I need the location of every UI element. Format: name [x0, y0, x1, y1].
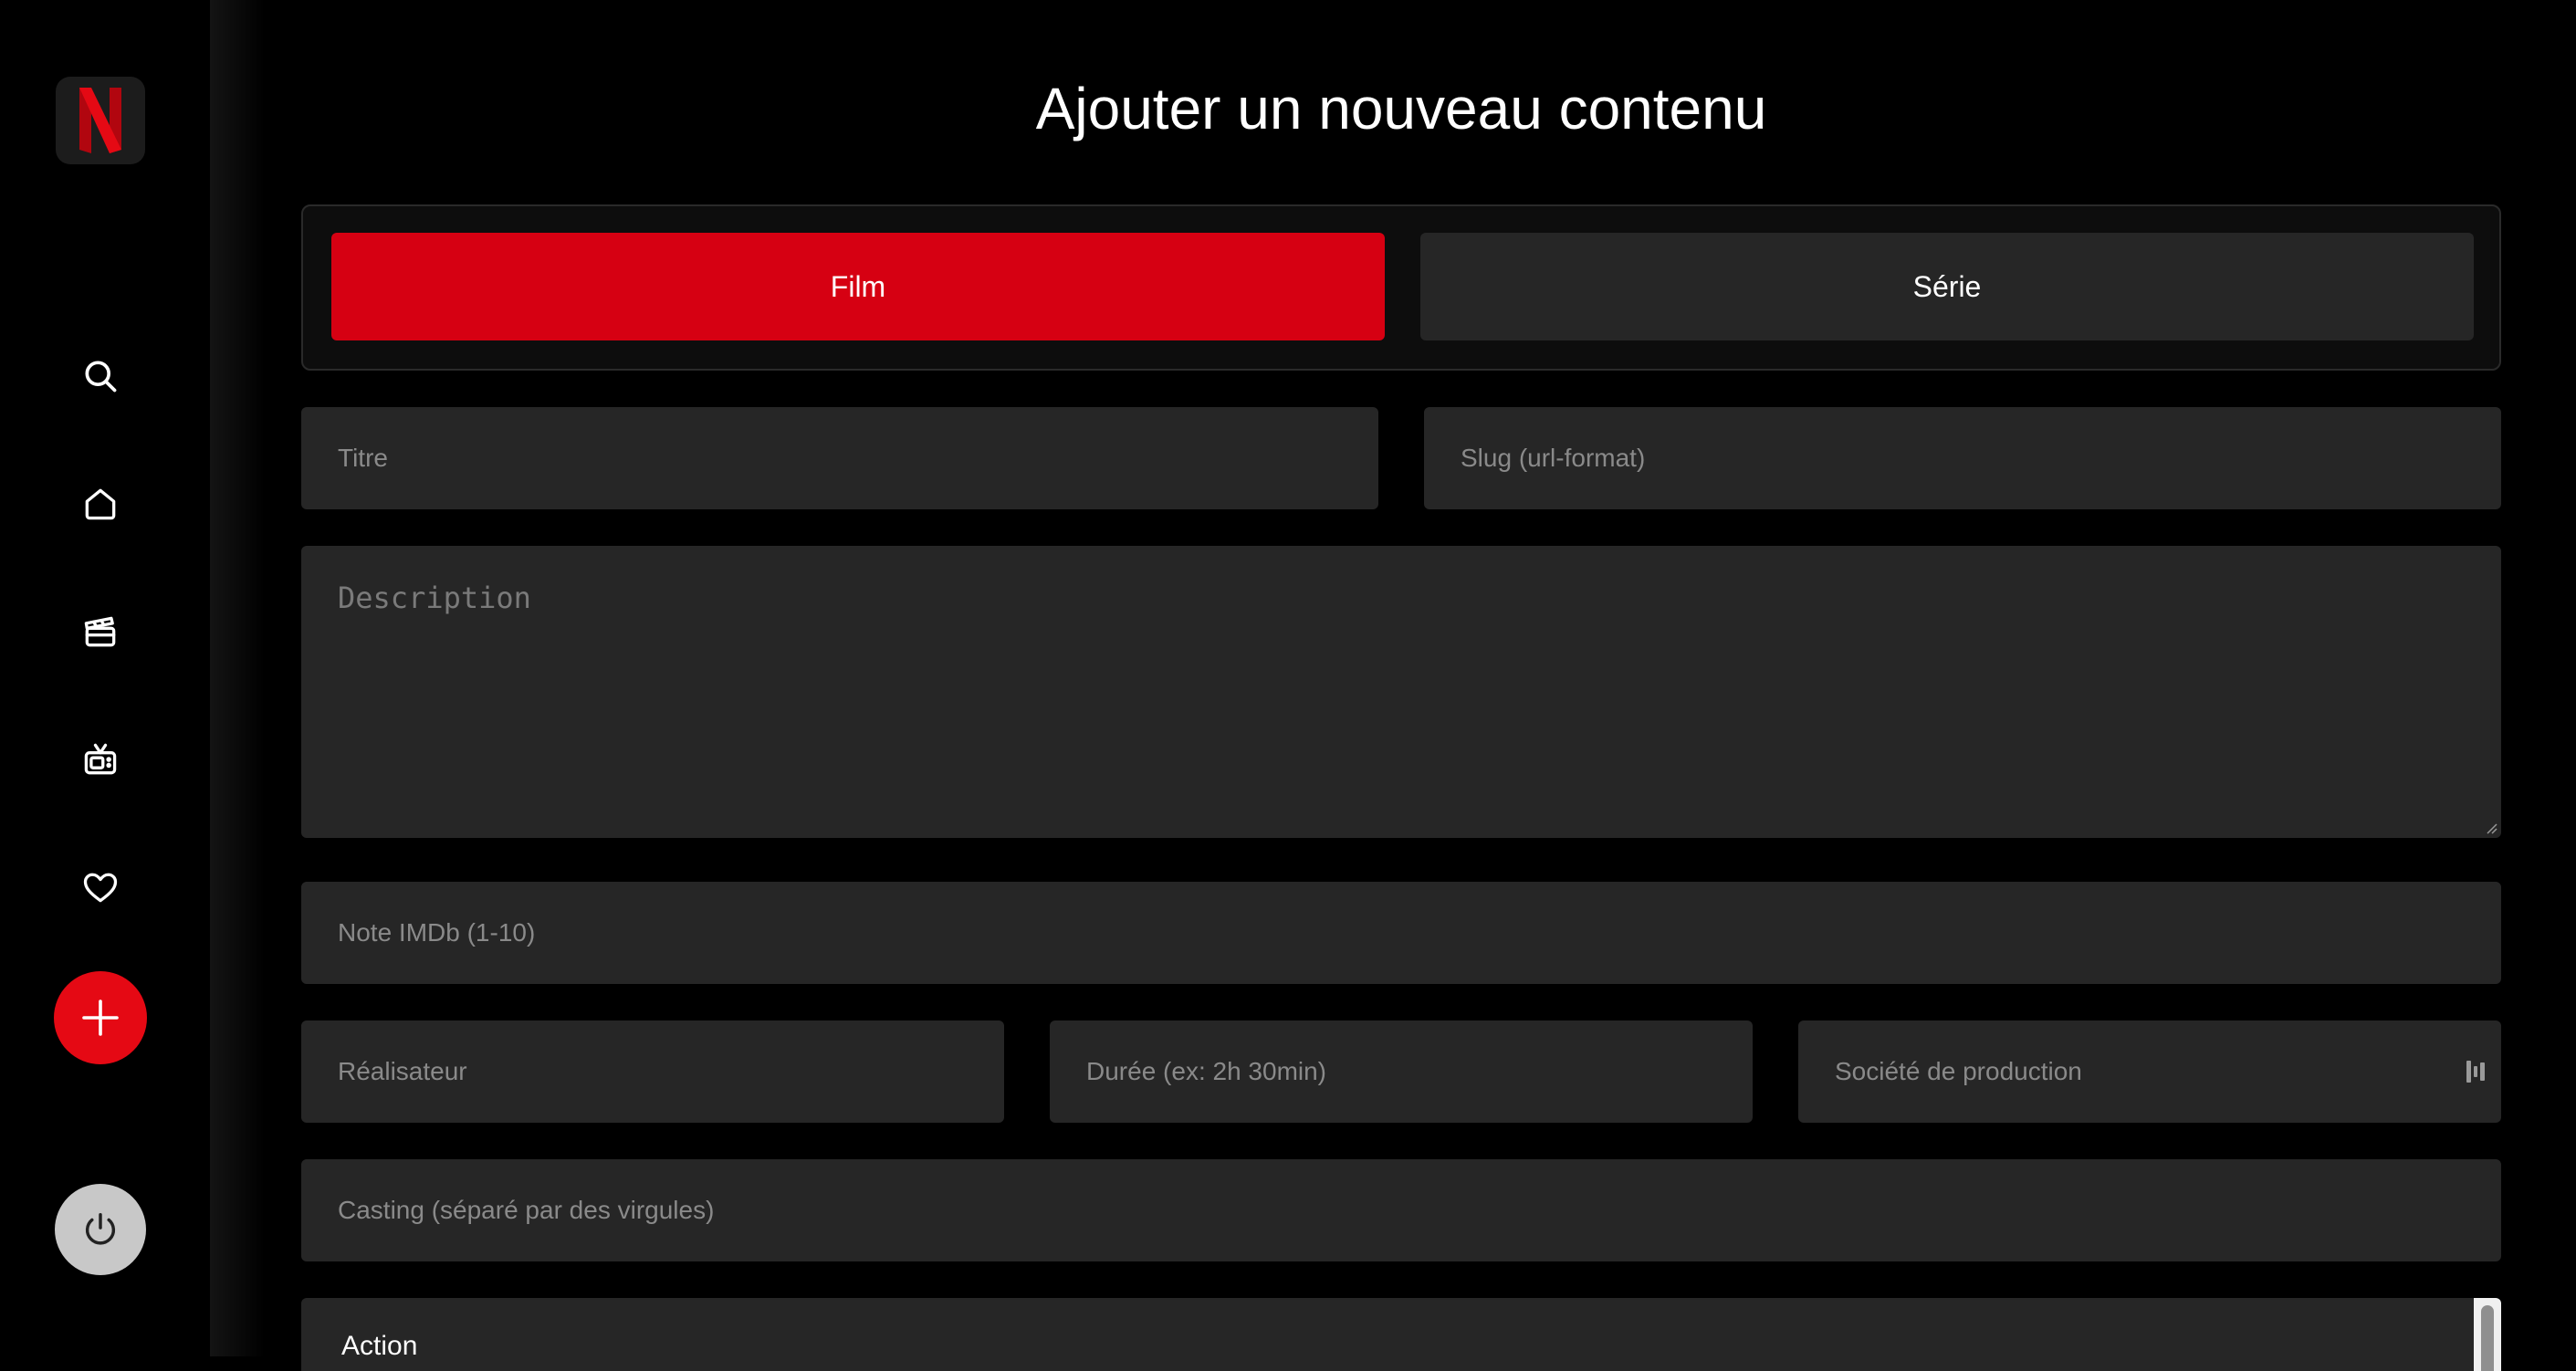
- plus-icon: [82, 999, 119, 1036]
- description-placeholder: Description: [338, 581, 531, 615]
- content-type-toggle: Film Série: [301, 204, 2501, 371]
- heart-icon[interactable]: [77, 863, 124, 911]
- film-toggle-button[interactable]: Film: [331, 233, 1385, 340]
- serie-toggle-button[interactable]: Série: [1420, 233, 2474, 340]
- autofill-icon[interactable]: [2465, 1059, 2487, 1084]
- slug-placeholder: Slug (url-format): [1461, 444, 1646, 472]
- clapperboard-icon[interactable]: [77, 608, 124, 655]
- genre-scrollbar[interactable]: [2474, 1298, 2501, 1371]
- sidebar-shadow: [210, 0, 265, 1356]
- cast-placeholder: Casting (séparé par des virgules): [338, 1196, 715, 1224]
- slug-input[interactable]: Slug (url-format): [1424, 407, 2501, 509]
- cast-input[interactable]: Casting (séparé par des virgules): [301, 1159, 2501, 1261]
- add-content-button[interactable]: [54, 971, 147, 1064]
- sidebar: [0, 0, 210, 1356]
- description-textarea[interactable]: Description: [301, 546, 2501, 838]
- resize-grip-icon[interactable]: [2485, 822, 2497, 834]
- page-title: Ajouter un nouveau contenu: [1035, 76, 1767, 141]
- director-placeholder: Réalisateur: [338, 1057, 467, 1085]
- netflix-logo[interactable]: [56, 77, 145, 164]
- home-icon[interactable]: [77, 480, 124, 528]
- production-company-input[interactable]: Société de production: [1798, 1020, 2501, 1123]
- power-icon: [85, 1212, 116, 1245]
- director-input[interactable]: Réalisateur: [301, 1020, 1004, 1123]
- genre-option[interactable]: Action: [341, 1331, 417, 1362]
- imdb-rating-input[interactable]: Note IMDb (1-10): [301, 882, 2501, 984]
- imdb-placeholder: Note IMDb (1-10): [338, 918, 536, 947]
- logout-button[interactable]: [55, 1184, 146, 1275]
- title-input[interactable]: Titre: [301, 407, 1378, 509]
- duration-placeholder: Durée (ex: 2h 30min): [1086, 1057, 1327, 1085]
- duration-input[interactable]: Durée (ex: 2h 30min): [1050, 1020, 1753, 1123]
- search-icon[interactable]: [77, 352, 124, 400]
- tv-icon[interactable]: [77, 736, 124, 783]
- production-placeholder: Société de production: [1835, 1057, 2082, 1085]
- genre-select[interactable]: Action: [301, 1298, 2501, 1371]
- scroll-thumb[interactable]: [2481, 1305, 2494, 1371]
- netflix-n-icon: [79, 88, 121, 153]
- title-placeholder: Titre: [338, 444, 388, 472]
